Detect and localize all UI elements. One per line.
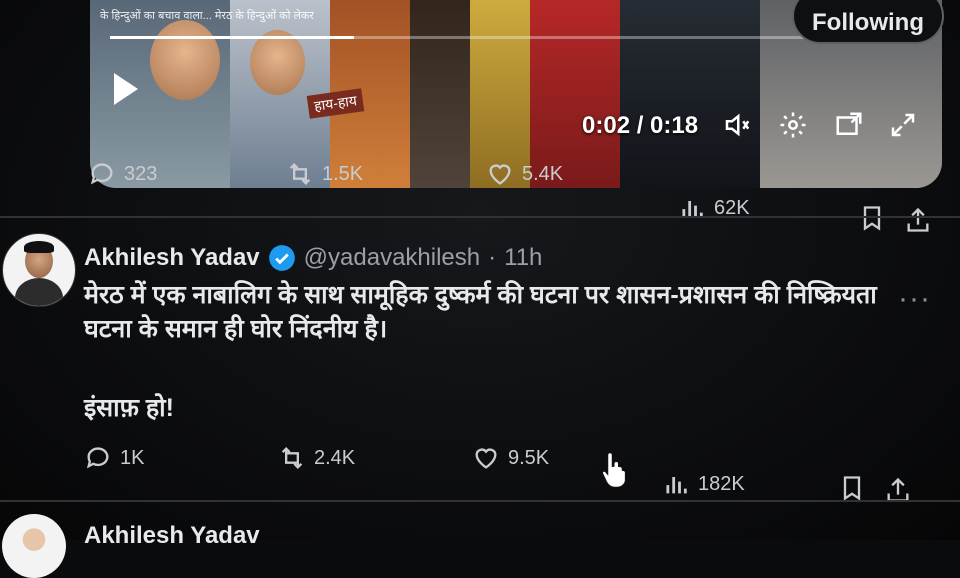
fullscreen-icon[interactable] [888,110,918,147]
bookmark-icon [843,476,861,501]
tweet-text: मेरठ में एक नाबालिग के साथ सामूहिक दुष्क… [84,278,924,346]
reply-count: 1K [120,446,145,469]
following-button[interactable]: Following [792,0,944,44]
heart-icon [489,164,511,185]
verified-badge-icon [268,245,295,271]
avatar-hair [24,241,54,253]
next-tweet-avatar[interactable] [2,514,66,578]
bookmark-button[interactable] [838,474,866,502]
picture-in-picture-icon[interactable] [834,110,864,147]
video-face [150,20,220,100]
video-caption: के हिन्दुओं का बचाव वाला... मेरठ के हिन्… [100,10,314,22]
video-timecode: 0:02 / 0:18 [582,112,699,139]
share-icon [907,207,929,232]
avatar[interactable] [2,233,76,307]
reply-icon [90,163,113,185]
views-count: 182K [698,472,745,495]
settings-gear-icon[interactable] [778,110,808,147]
hand-cursor-icon [601,451,627,489]
tweet-header: Akhilesh Yadav @yadavakhilesh · 11h [84,244,542,272]
like-button[interactable]: 9.5K [472,444,549,472]
tweet-divider [0,500,960,502]
tweet-time[interactable]: 11h [504,244,542,272]
repost-icon [281,447,303,469]
repost-button[interactable]: 1.5K [286,160,363,188]
mute-icon[interactable] [722,110,752,147]
tweet-text-line: घटना के समान ही घोर निंदनीय है। [84,315,388,343]
author-handle[interactable]: @yadavakhilesh [304,244,480,272]
share-button[interactable] [904,206,932,234]
next-tweet-author-name[interactable]: Akhilesh Yadav [84,522,260,550]
screen: के हिन्दुओं का बचाव वाला... मेरठ के हिन्… [0,0,960,578]
like-count: 5.4K [522,162,564,185]
previous-tweet-actions: 323 1.5K 5.4K 62K [0,160,960,232]
repost-count: 1.5K [322,162,364,185]
tweet-divider [0,216,960,218]
views-bar-chart-icon [666,477,687,494]
avatar-body [15,278,63,306]
play-icon[interactable] [114,73,138,105]
header-separator: · [488,244,497,271]
repost-icon [289,163,311,185]
bookmark-icon [863,206,881,231]
repost-count: 2.4K [314,446,356,469]
reply-count: 323 [124,162,158,185]
tweet-text-line: मेरठ में एक नाबालिग के साथ सामूहिक दुष्क… [84,281,877,309]
reply-icon [86,447,109,469]
heart-icon [475,448,497,469]
reply-button[interactable]: 323 [88,160,157,188]
bookmark-button[interactable] [858,204,886,232]
author-name[interactable]: Akhilesh Yadav [84,244,260,272]
video-progress-fill [110,36,354,39]
like-count: 9.5K [508,446,550,469]
tweet-text-paragraph: इंसाफ़ हो! [84,394,174,422]
repost-button[interactable]: 2.4K [278,444,355,472]
tweet-actions: 1K 2.4K 9.5K 182K [0,444,960,502]
like-button[interactable]: 5.4K [486,160,563,188]
reply-button[interactable]: 1K [84,444,144,472]
video-face [250,30,305,95]
views-button[interactable]: 182K [662,470,745,498]
